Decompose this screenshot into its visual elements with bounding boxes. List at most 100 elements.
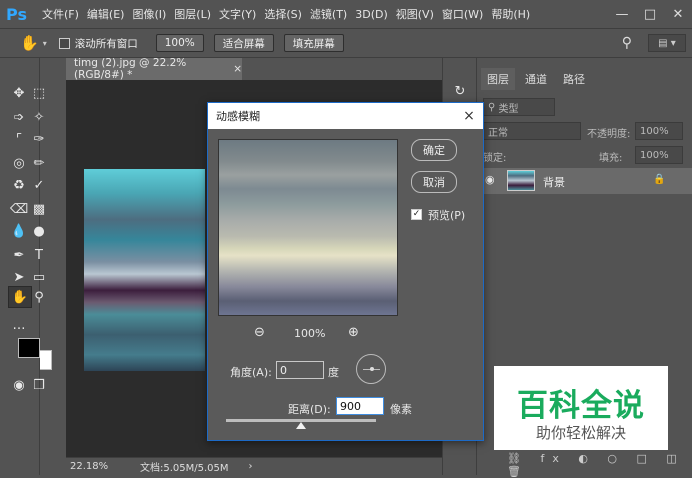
minimize-icon[interactable]: — bbox=[608, 4, 636, 24]
lasso-tool-icon[interactable]: ➩ bbox=[10, 108, 28, 126]
history-brush-icon[interactable]: ✓ bbox=[30, 176, 48, 194]
tab-paths[interactable]: 路径 bbox=[557, 68, 591, 90]
photoshop-logo: Ps bbox=[6, 4, 27, 24]
tool-preset-chevron-icon[interactable]: ▾ bbox=[43, 39, 47, 48]
rectangle-tool-icon[interactable]: ▭ bbox=[30, 268, 48, 286]
lock-label: 锁定: bbox=[483, 153, 507, 164]
layer-filter-kind: 类型 bbox=[498, 103, 519, 115]
filter-search-icon: ⚲ bbox=[488, 101, 499, 113]
close-icon[interactable]: ✕ bbox=[664, 4, 692, 24]
blur-tool-icon[interactable]: 💧 bbox=[10, 222, 28, 240]
magic-wand-tool-icon[interactable]: ✧ bbox=[30, 108, 48, 126]
menu-type[interactable]: 文字(Y) bbox=[219, 6, 256, 22]
zoom-out-icon[interactable]: ⊖ bbox=[254, 325, 265, 340]
preview-checkbox[interactable]: ✓ bbox=[411, 209, 422, 220]
menu-layer[interactable]: 图层(L) bbox=[174, 6, 211, 22]
scroll-all-checkbox[interactable] bbox=[58, 37, 70, 49]
fill-label: 填充: bbox=[599, 153, 623, 164]
menu-select[interactable]: 选择(S) bbox=[264, 6, 302, 22]
watermark-title: 百科全说 bbox=[517, 388, 645, 424]
gradient-tool-icon[interactable]: ▩ bbox=[30, 200, 48, 218]
angle-input[interactable]: 0 bbox=[276, 361, 324, 379]
workspace-switcher[interactable]: ▤ ▾ bbox=[648, 34, 686, 52]
angle-unit: 度 bbox=[328, 366, 339, 379]
watermark-subtitle: 助你轻松解决 bbox=[535, 424, 626, 442]
healing-brush-icon[interactable]: ◎ bbox=[10, 154, 28, 172]
zoom-100-button[interactable]: 100% bbox=[155, 34, 204, 52]
history-panel-icon[interactable]: ↻ bbox=[451, 82, 469, 100]
screen-mode-icon[interactable]: ❒ bbox=[30, 376, 48, 394]
move-tool-icon[interactable]: ✥ bbox=[10, 84, 28, 102]
layers-footer-icons[interactable]: ⛓ fx ◐ ○ □ ◫ 🗑 bbox=[507, 452, 692, 478]
fill-input[interactable]: 100% bbox=[635, 146, 683, 164]
type-tool-icon[interactable]: T bbox=[30, 246, 48, 264]
opacity-input[interactable]: 100% bbox=[635, 122, 683, 140]
layer-thumbnail bbox=[507, 170, 535, 191]
dialog-title: 动感模糊 bbox=[216, 110, 260, 123]
blur-preview[interactable] bbox=[218, 139, 398, 316]
crop-tool-icon[interactable]: ⌜ bbox=[10, 130, 28, 148]
opacity-label: 不透明度: bbox=[587, 129, 631, 140]
distance-unit: 像素 bbox=[390, 403, 412, 416]
preview-label: 预览(P) bbox=[428, 209, 466, 222]
scroll-all-label: 滚动所有窗口 bbox=[74, 37, 138, 50]
document-tab-close-icon[interactable]: × bbox=[233, 63, 242, 75]
quick-mask-icon[interactable]: ◉ bbox=[10, 376, 28, 394]
blend-mode-select[interactable]: 正常 bbox=[483, 122, 581, 140]
path-select-tool-icon[interactable]: ➤ bbox=[10, 268, 28, 286]
document-image bbox=[84, 169, 205, 371]
zoom-level[interactable]: 22.18% bbox=[70, 461, 110, 472]
angle-dial-center bbox=[370, 367, 374, 371]
distance-input[interactable]: 900 bbox=[336, 397, 384, 415]
marquee-tool-icon[interactable]: ⬚ bbox=[30, 84, 48, 102]
watermark: 百科全说 助你轻松解决 bbox=[494, 366, 668, 450]
zoom-in-icon[interactable]: ⊕ bbox=[348, 325, 359, 340]
brush-tool-icon[interactable]: ✏ bbox=[30, 154, 48, 172]
menu-filter[interactable]: 滤镜(T) bbox=[310, 6, 347, 22]
maximize-icon[interactable]: □ bbox=[636, 4, 664, 24]
zoom-tool-icon[interactable]: ⚲ bbox=[30, 288, 48, 306]
options-bar: ✋ ▾ 滚动所有窗口 100% 适合屏幕 填充屏幕 ⚲ ▤ ▾ bbox=[0, 28, 692, 58]
menu-window[interactable]: 窗口(W) bbox=[442, 6, 483, 22]
fit-screen-button[interactable]: 适合屏幕 bbox=[213, 34, 274, 52]
menu-3d[interactable]: 3D(D) bbox=[355, 8, 388, 21]
dodge-tool-icon[interactable]: ● bbox=[30, 222, 48, 240]
fill-screen-button[interactable]: 填充屏幕 bbox=[283, 34, 344, 52]
document-tab-title: timg (2).jpg @ 22.2%(RGB/8#) * bbox=[74, 57, 187, 81]
layer-name[interactable]: 背景 bbox=[543, 174, 565, 190]
eraser-tool-icon[interactable]: ⌫ bbox=[10, 200, 28, 218]
angle-label: 角度(A): bbox=[230, 366, 272, 379]
more-tools-icon[interactable]: … bbox=[10, 316, 28, 334]
ok-button[interactable]: 确定 bbox=[411, 139, 457, 161]
preview-zoom-level: 100% bbox=[294, 327, 326, 340]
dialog-close-icon[interactable]: × bbox=[459, 106, 479, 126]
layer-filter-select[interactable]: ⚲ 类型 bbox=[483, 98, 555, 116]
status-menu-arrow-icon[interactable]: › bbox=[249, 461, 253, 472]
cancel-button[interactable]: 取消 bbox=[411, 171, 457, 193]
layer-lock-icon: 🔒 bbox=[653, 174, 666, 185]
search-icon[interactable]: ⚲ bbox=[622, 35, 632, 51]
menu-image[interactable]: 图像(I) bbox=[132, 6, 166, 22]
stamp-tool-icon[interactable]: ♻ bbox=[10, 176, 28, 194]
tools-panel: ✥ ➩ ⌜ ◎ ♻ ⌫ 💧 ✒ ➤ ✋ … ⬚ ✧ ✑ ✏ ✓ ▩ ● T ▭ … bbox=[0, 58, 52, 475]
menu-help[interactable]: 帮助(H) bbox=[491, 6, 530, 22]
hand-tool-icon[interactable]: ✋ bbox=[20, 34, 39, 52]
document-tab[interactable]: timg (2).jpg @ 22.2%(RGB/8#) * × bbox=[66, 57, 242, 81]
foreground-color-swatch[interactable] bbox=[18, 338, 40, 358]
menu-view[interactable]: 视图(V) bbox=[396, 6, 434, 22]
menu-edit[interactable]: 编辑(E) bbox=[87, 6, 125, 22]
visibility-eye-icon[interactable]: ◉ bbox=[485, 173, 495, 186]
layer-row[interactable]: ◉ 背景 🔒 bbox=[477, 168, 692, 194]
hand-tool-active-icon[interactable]: ✋ bbox=[8, 286, 32, 308]
angle-dial[interactable] bbox=[356, 354, 386, 384]
distance-label: 距离(D): bbox=[288, 403, 331, 416]
pen-tool-icon[interactable]: ✒ bbox=[10, 246, 28, 264]
dialog-body: ⊖ 100% ⊕ 确定 取消 ✓ 预览(P) 角度(A): 0 度 距离(D):… bbox=[208, 129, 483, 440]
distance-slider-thumb[interactable] bbox=[296, 422, 306, 429]
motion-blur-dialog: 动感模糊 × ⊖ 100% ⊕ 确定 取消 ✓ 预览(P) 角度(A): 0 度… bbox=[207, 102, 484, 441]
dialog-title-bar: 动感模糊 bbox=[208, 103, 483, 129]
tab-channels[interactable]: 通道 bbox=[519, 68, 553, 90]
menu-file[interactable]: 文件(F) bbox=[42, 6, 79, 22]
tab-layers[interactable]: 图层 bbox=[481, 68, 515, 90]
eyedropper-tool-icon[interactable]: ✑ bbox=[30, 130, 48, 148]
